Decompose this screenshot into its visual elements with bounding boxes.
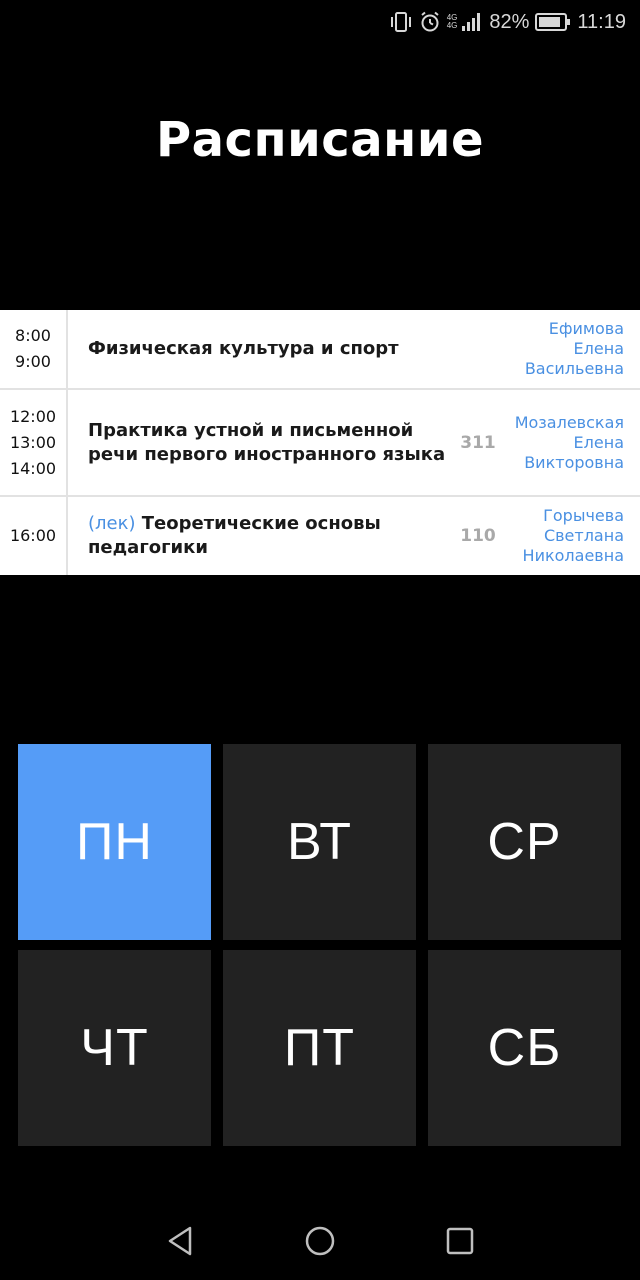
system-nav-bar [0,1206,640,1280]
lesson-times: 8:00 9:00 [0,310,68,388]
time-start: 12:00 [9,406,57,426]
home-circle-icon [304,1225,336,1261]
recents-button[interactable] [438,1221,482,1265]
home-button[interactable] [298,1221,342,1265]
alarm-icon [419,11,441,33]
time-end: 9:00 [15,352,51,371]
lesson-teacher[interactable]: Горычева Светлана Николаевна [500,497,640,575]
schedule-list: 8:00 9:00 Физическая культура и спорт Еф… [0,310,640,575]
recents-square-icon [445,1226,475,1260]
day-button-tuesday[interactable]: ВТ [223,744,416,940]
time-start: 16:00 [9,526,57,545]
back-button[interactable] [158,1221,202,1265]
teacher-patronymic: Викторовна [524,452,624,472]
signal-icon [461,12,483,32]
lesson-subject: Физическая культура и спорт [68,310,456,388]
day-selector: ПН ВТ СР ЧТ ПТ СБ [18,744,622,1146]
day-button-thursday[interactable]: ЧТ [18,950,211,1146]
battery-percent: 82% [489,10,530,33]
lesson-times: 16:00 [0,497,68,575]
lesson-times: 12:00 13:00 14:00 [0,390,68,495]
subject-name: Практика устной и письменной речи первог… [88,419,446,465]
teacher-name: Елена [573,432,624,452]
lesson-teacher[interactable]: Мозалевская Елена Викторовна [500,390,640,495]
lesson-room: 110 [460,526,496,546]
lesson-subject: Практика устной и письменной речи первог… [68,390,456,495]
time-end: 14:00 [9,458,57,478]
day-button-friday[interactable]: ПТ [223,950,416,1146]
day-button-wednesday[interactable]: СР [428,744,621,940]
teacher-surname: Ефимова [548,319,624,338]
network-type-label: 4G 4G [446,13,458,30]
teacher-name: Елена [573,339,624,358]
lesson-row[interactable]: 8:00 9:00 Физическая культура и спорт Еф… [0,310,640,390]
vibrate-icon [389,11,413,33]
day-button-monday[interactable]: ПН [18,744,211,940]
status-bar: 4G 4G 82% 11:19 [0,0,640,44]
back-triangle-icon [165,1225,195,1261]
lesson-row[interactable]: 16:00 (лек) Теоретические основы педагог… [0,497,640,575]
lesson-subject: (лек) Теоретические основы педагогики [68,497,456,575]
lesson-room [456,310,500,388]
page-title: Расписание [155,112,484,168]
day-button-saturday[interactable]: СБ [428,950,621,1146]
teacher-surname: Мозалевская [514,412,624,432]
subject-name: Физическая культура и спорт [88,338,399,359]
teacher-patronymic: Николаевна [522,546,624,565]
lesson-type-badge: (лек) [88,513,136,534]
lesson-row[interactable]: 12:00 13:00 14:00 Практика устной и пись… [0,390,640,497]
lesson-room: 311 [460,432,496,453]
lesson-teacher[interactable]: Ефимова Елена Васильевна [500,310,640,388]
teacher-surname: Горычева [543,506,624,525]
clock: 11:19 [577,10,626,33]
time-middle: 13:00 [9,432,57,452]
teacher-name: Светлана [543,526,624,545]
teacher-patronymic: Васильевна [524,359,624,378]
battery-icon [535,12,571,32]
time-start: 8:00 [15,326,51,345]
